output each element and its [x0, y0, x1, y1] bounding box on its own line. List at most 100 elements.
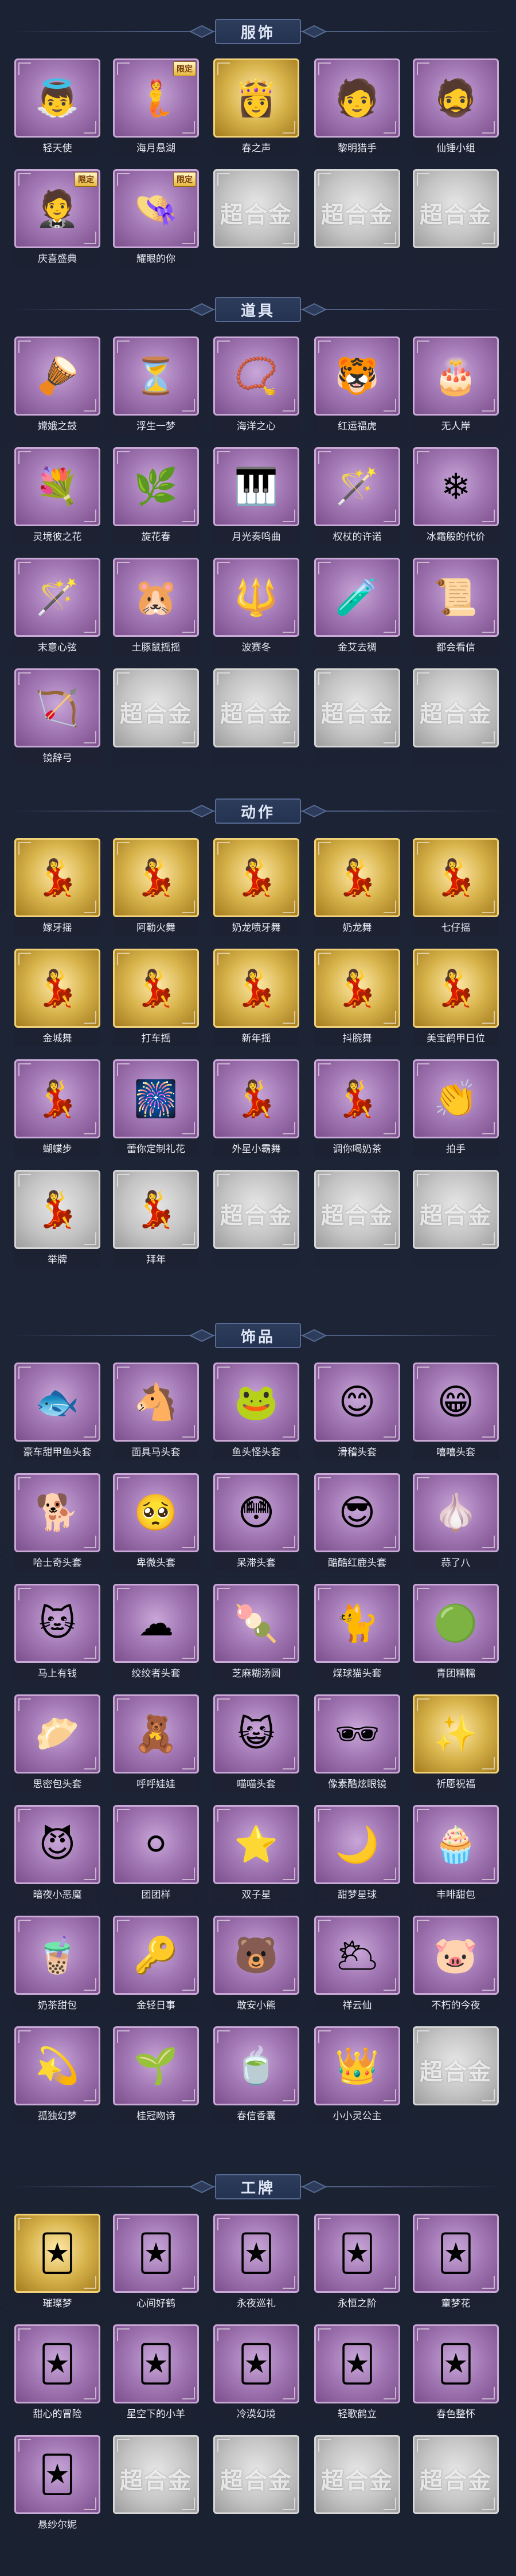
collection-item[interactable]: 💃 嫁牙摇: [14, 838, 100, 935]
item-card[interactable]: 🍡: [213, 1584, 299, 1663]
item-card[interactable]: 😁: [413, 1363, 499, 1442]
item-card[interactable]: 超合金: [213, 2435, 299, 2514]
collection-item[interactable]: 超合金: [413, 668, 499, 766]
item-card[interactable]: 🌿: [113, 447, 199, 526]
collection-item[interactable]: 超合金: [113, 2435, 199, 2532]
collection-item[interactable]: 🟢 青团糯糯: [413, 1584, 499, 1681]
item-card[interactable]: 💃: [113, 838, 199, 917]
collection-item[interactable]: 超合金: [314, 1170, 400, 1267]
item-card[interactable]: 🌱: [113, 2026, 199, 2105]
item-card[interactable]: 🐷: [413, 1916, 499, 1995]
item-card[interactable]: 🧜 限定: [113, 58, 199, 138]
item-card[interactable]: 🃏: [14, 2214, 100, 2293]
item-card[interactable]: 🧑: [314, 58, 400, 138]
collection-item[interactable]: 📿 海洋之心: [213, 336, 299, 434]
collection-item[interactable]: ⚪ 团团样: [113, 1805, 199, 1902]
item-card[interactable]: 🎂: [413, 336, 499, 416]
collection-item[interactable]: 🐷 不朽的今夜: [413, 1916, 499, 2013]
item-card[interactable]: 超合金: [213, 668, 299, 747]
collection-item[interactable]: 💃 蝴蝶步: [14, 1059, 100, 1157]
collection-item[interactable]: 🪘 嫦娥之鼓: [14, 336, 100, 434]
collection-item[interactable]: 🐱 马上有钱: [14, 1584, 100, 1681]
item-card[interactable]: 🃏: [213, 2214, 299, 2293]
item-card[interactable]: 🃏: [314, 2324, 400, 2403]
collection-item[interactable]: 🐻 敢安小熊: [213, 1916, 299, 2013]
collection-item[interactable]: 🔱 波赛冬: [213, 558, 299, 655]
item-card[interactable]: ☁: [113, 1584, 199, 1663]
collection-item[interactable]: 🐕 哈士奇头套: [14, 1473, 100, 1571]
collection-item[interactable]: 🃏 星空下的小羊: [113, 2324, 199, 2422]
collection-item[interactable]: 🃏 永夜巡礼: [213, 2214, 299, 2311]
collection-item[interactable]: 😈 暗夜小恶魔: [14, 1805, 100, 1902]
collection-item[interactable]: 🎆 蕾你定制礼花: [113, 1059, 199, 1157]
collection-item[interactable]: 🐸 鱼头怪头套: [213, 1363, 299, 1460]
collection-item[interactable]: 🍵 春信香囊: [213, 2026, 299, 2124]
item-card[interactable]: 🎆: [113, 1059, 199, 1138]
collection-item[interactable]: 🌙 甜梦星球: [314, 1805, 400, 1902]
collection-item[interactable]: 👸 春之声: [213, 58, 299, 156]
collection-item[interactable]: 🧑 黎明猎手: [314, 58, 400, 156]
item-card[interactable]: 🍵: [213, 2026, 299, 2105]
item-card[interactable]: 👒 限定: [113, 169, 199, 248]
collection-item[interactable]: 超合金: [413, 1170, 499, 1267]
collection-item[interactable]: 💃 奶龙舞: [314, 838, 400, 935]
collection-item[interactable]: 💫 孤独幻梦: [14, 2026, 100, 2124]
collection-item[interactable]: 超合金: [213, 668, 299, 766]
item-card[interactable]: ✨: [413, 1694, 499, 1774]
collection-item[interactable]: 💃 七仔摇: [413, 838, 499, 935]
collection-item[interactable]: 🃏 永恒之阶: [314, 2214, 400, 2311]
collection-item[interactable]: 💃 抖腕舞: [314, 949, 400, 1046]
item-card[interactable]: 😊: [314, 1363, 400, 1442]
item-card[interactable]: 💃: [14, 838, 100, 917]
collection-item[interactable]: 🪄 权杖的许诺: [314, 447, 400, 545]
collection-item[interactable]: 🤵 限定 庆喜盛典: [14, 169, 100, 267]
item-card[interactable]: 🐯: [314, 336, 400, 416]
item-card[interactable]: 💃: [113, 1170, 199, 1249]
item-card[interactable]: 💃: [314, 838, 400, 917]
collection-item[interactable]: 🪄 末意心弦: [14, 558, 100, 655]
collection-item[interactable]: 💃 拜年: [113, 1170, 199, 1267]
collection-item[interactable]: 🌥 祥云仙: [314, 1916, 400, 2013]
item-card[interactable]: 💃: [213, 1059, 299, 1138]
collection-item[interactable]: 🧸 呼呼娃娃: [113, 1694, 199, 1792]
item-card[interactable]: 🃏: [14, 2324, 100, 2403]
item-card[interactable]: 🔑: [113, 1916, 199, 1995]
item-card[interactable]: 💃: [413, 949, 499, 1028]
collection-item[interactable]: 😳 呆滞头套: [213, 1473, 299, 1571]
item-card[interactable]: 💃: [14, 949, 100, 1028]
collection-item[interactable]: ⏳ 浮生一梦: [113, 336, 199, 434]
collection-item[interactable]: 💃 奶龙喷牙舞: [213, 838, 299, 935]
item-card[interactable]: 💃: [413, 838, 499, 917]
item-card[interactable]: 🃏: [413, 2214, 499, 2293]
item-card[interactable]: 👑: [314, 2026, 400, 2105]
item-card[interactable]: 超合金: [413, 2026, 499, 2105]
item-card[interactable]: 🧄: [413, 1473, 499, 1552]
collection-item[interactable]: 👒 限定 耀眼的你: [113, 169, 199, 267]
collection-item[interactable]: 👏 拍手: [413, 1059, 499, 1157]
collection-item[interactable]: 🃏 春色整怀: [413, 2324, 499, 2422]
item-card[interactable]: 🥺: [113, 1473, 199, 1552]
item-card[interactable]: 🏹: [14, 668, 100, 747]
collection-item[interactable]: 🥺 卑微头套: [113, 1473, 199, 1571]
item-card[interactable]: 🐹: [113, 558, 199, 637]
collection-item[interactable]: 😎 酷酷红鹿头套: [314, 1473, 400, 1571]
collection-item[interactable]: 🏹 镜辞弓: [14, 668, 100, 766]
item-card[interactable]: 🧋: [14, 1916, 100, 1995]
collection-item[interactable]: 🃏 璀璨梦: [14, 2214, 100, 2311]
item-card[interactable]: 🟢: [413, 1584, 499, 1663]
collection-item[interactable]: 🧄 蒜了八: [413, 1473, 499, 1571]
collection-item[interactable]: 🐈 煤球猫头套: [314, 1584, 400, 1681]
collection-item[interactable]: 🃏 心间好鹤: [113, 2214, 199, 2311]
collection-item[interactable]: 🧪 金艾去稠: [314, 558, 400, 655]
item-card[interactable]: 超合金: [113, 2435, 199, 2514]
item-card[interactable]: 💃: [113, 949, 199, 1028]
item-card[interactable]: 😈: [14, 1805, 100, 1884]
item-card[interactable]: 💃: [213, 949, 299, 1028]
collection-item[interactable]: 超合金: [314, 668, 400, 766]
collection-item[interactable]: 🧁 丰啡甜包: [413, 1805, 499, 1902]
item-card[interactable]: ⭐: [213, 1805, 299, 1884]
collection-item[interactable]: 超合金: [314, 2435, 400, 2532]
collection-item[interactable]: 🧔 仙锤小组: [413, 58, 499, 156]
item-card[interactable]: ❄: [413, 447, 499, 526]
collection-item[interactable]: 💃 举牌: [14, 1170, 100, 1267]
